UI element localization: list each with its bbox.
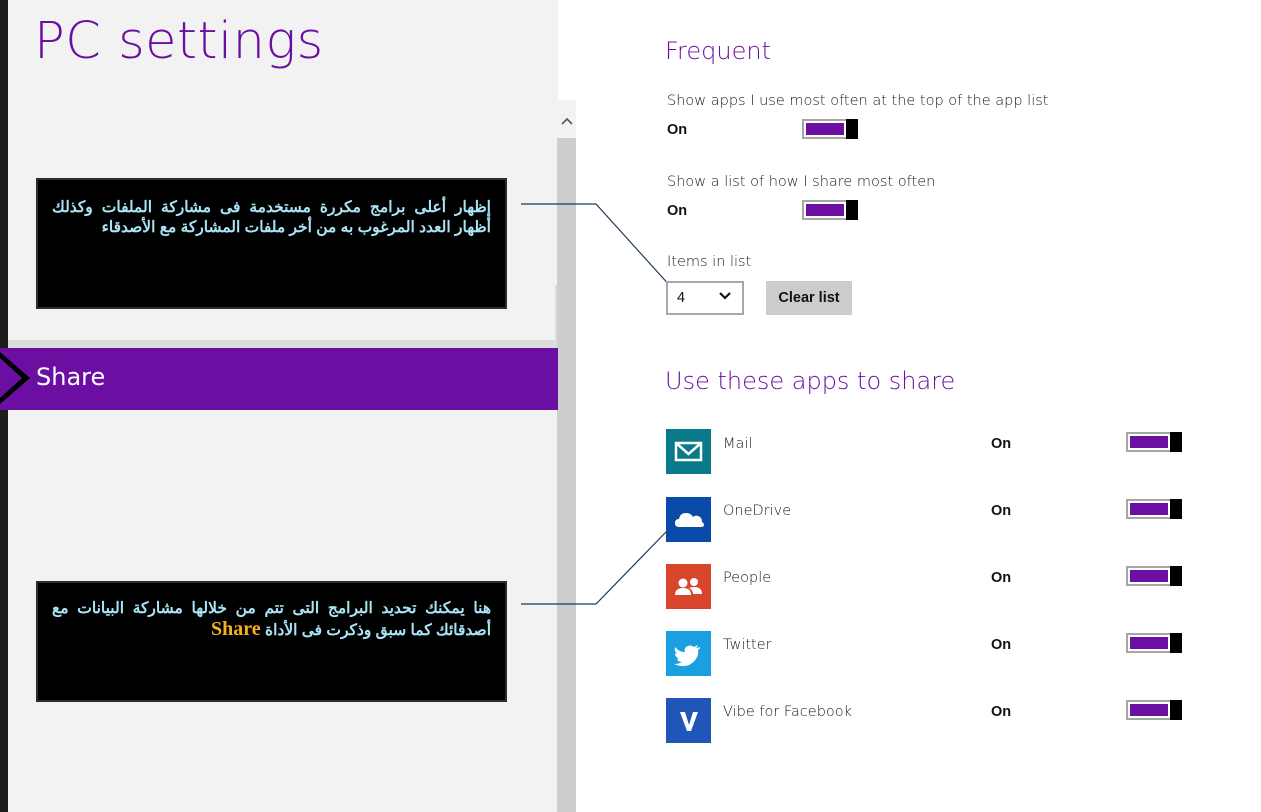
app-name: Mail <box>723 436 753 452</box>
items-in-list-label: Items in list <box>667 254 752 270</box>
people-icon <box>666 564 711 609</box>
toggle-vibe-facebook[interactable] <box>1126 700 1182 720</box>
clear-list-button[interactable]: Clear list <box>766 281 852 315</box>
toggle-top-apps[interactable] <box>802 119 858 139</box>
mail-icon <box>666 429 711 474</box>
toggle-twitter[interactable] <box>1126 633 1182 653</box>
app-state: On <box>991 503 1012 519</box>
app-name: OneDrive <box>723 503 792 519</box>
setting-state-share-list: On <box>667 203 688 219</box>
items-count-value: 4 <box>677 290 686 306</box>
setting-label-share-list: Show a list of how I share most often <box>667 174 936 190</box>
section-heading-frequent: Frequent <box>665 37 771 65</box>
toggle-onedrive[interactable] <box>1126 499 1182 519</box>
section-heading-apps: Use these apps to share <box>665 367 956 395</box>
setting-state-top-apps: On <box>667 122 688 138</box>
app-state: On <box>991 637 1012 653</box>
toggle-share-list[interactable] <box>802 200 858 220</box>
connector-top <box>521 203 673 289</box>
app-state: On <box>991 436 1012 452</box>
toggle-people[interactable] <box>1126 566 1182 586</box>
callout-connectors <box>521 203 673 605</box>
v-letter-icon <box>666 698 711 743</box>
app-state: On <box>991 704 1012 720</box>
app-name: Twitter <box>723 637 772 653</box>
app-name: Vibe for Facebook <box>723 704 853 720</box>
setting-label-top-apps: Show apps I use most often at the top of… <box>667 93 1049 109</box>
bird-icon <box>666 631 711 676</box>
app-name: People <box>723 570 772 586</box>
cloud-icon <box>666 497 711 542</box>
connector-bottom <box>521 531 667 605</box>
toggle-mail[interactable] <box>1126 432 1182 452</box>
app-state: On <box>991 570 1012 586</box>
chevron-down-icon <box>719 292 731 300</box>
